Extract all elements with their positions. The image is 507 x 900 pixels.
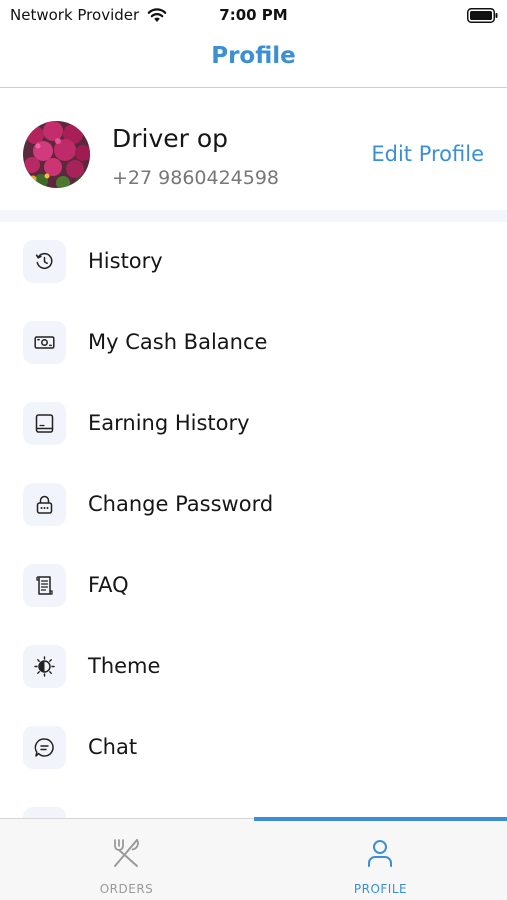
page-title: Profile [211, 43, 296, 69]
chat-icon [34, 738, 54, 757]
menu-item-earning-history[interactable]: Earning History [0, 384, 507, 465]
profile-card: Driver op +27 9860424598 Edit Profile [0, 88, 507, 210]
menu-label-chat: Chat [88, 735, 138, 759]
faq-icon [36, 576, 53, 595]
person-icon [368, 840, 392, 867]
menu-icon-container [23, 726, 66, 769]
tab-label-profile: PROFILE [353, 882, 408, 896]
menu-icon-container [23, 645, 66, 688]
fork-knife-icon [114, 839, 139, 867]
lock-icon [36, 495, 53, 514]
status-bar: Network Provider 7:00 PM [0, 0, 507, 32]
menu-label-faq: FAQ [88, 573, 129, 597]
avatar[interactable] [23, 121, 90, 188]
menu-item-theme[interactable]: Theme [0, 627, 507, 708]
menu-list[interactable]: History My Cash Balance Earning History [0, 222, 507, 818]
menu-icon-container [23, 564, 66, 607]
menu-item-partial[interactable] [0, 789, 507, 818]
menu-label-history: History [88, 249, 163, 273]
tab-bar: ORDERS PROFILE [0, 817, 507, 900]
status-time: 7:00 PM [219, 6, 288, 24]
edit-profile-button[interactable]: Edit Profile [371, 142, 484, 166]
menu-label-cash-balance: My Cash Balance [88, 330, 268, 354]
menu-label-change-password: Change Password [88, 492, 274, 516]
cash-icon [34, 336, 55, 349]
menu-item-chat[interactable]: Chat [0, 708, 507, 789]
theme-icon [34, 656, 55, 677]
battery-icon [467, 8, 498, 23]
section-divider [0, 210, 507, 222]
menu-icon-container [23, 240, 66, 283]
earning-icon [35, 414, 54, 433]
menu-icon-container [23, 483, 66, 526]
profile-phone: +27 9860424598 [112, 167, 280, 189]
menu-item-history[interactable]: History [0, 222, 507, 303]
menu-item-cash-balance[interactable]: My Cash Balance [0, 303, 507, 384]
tab-label-orders: ORDERS [99, 882, 154, 896]
menu-icon-container [23, 321, 66, 364]
menu-icon-container [23, 807, 66, 818]
tab-orders[interactable]: ORDERS [0, 819, 253, 900]
tab-profile[interactable]: PROFILE [254, 819, 507, 900]
menu-label-earning-history: Earning History [88, 411, 250, 435]
menu-item-faq[interactable]: FAQ [0, 546, 507, 627]
history-icon [35, 252, 53, 269]
profile-name: Driver op [112, 124, 229, 153]
menu-icon-container [23, 402, 66, 445]
navigation-bar: Profile [0, 32, 507, 88]
menu-label-theme: Theme [88, 654, 161, 678]
menu-item-change-password[interactable]: Change Password [0, 465, 507, 546]
